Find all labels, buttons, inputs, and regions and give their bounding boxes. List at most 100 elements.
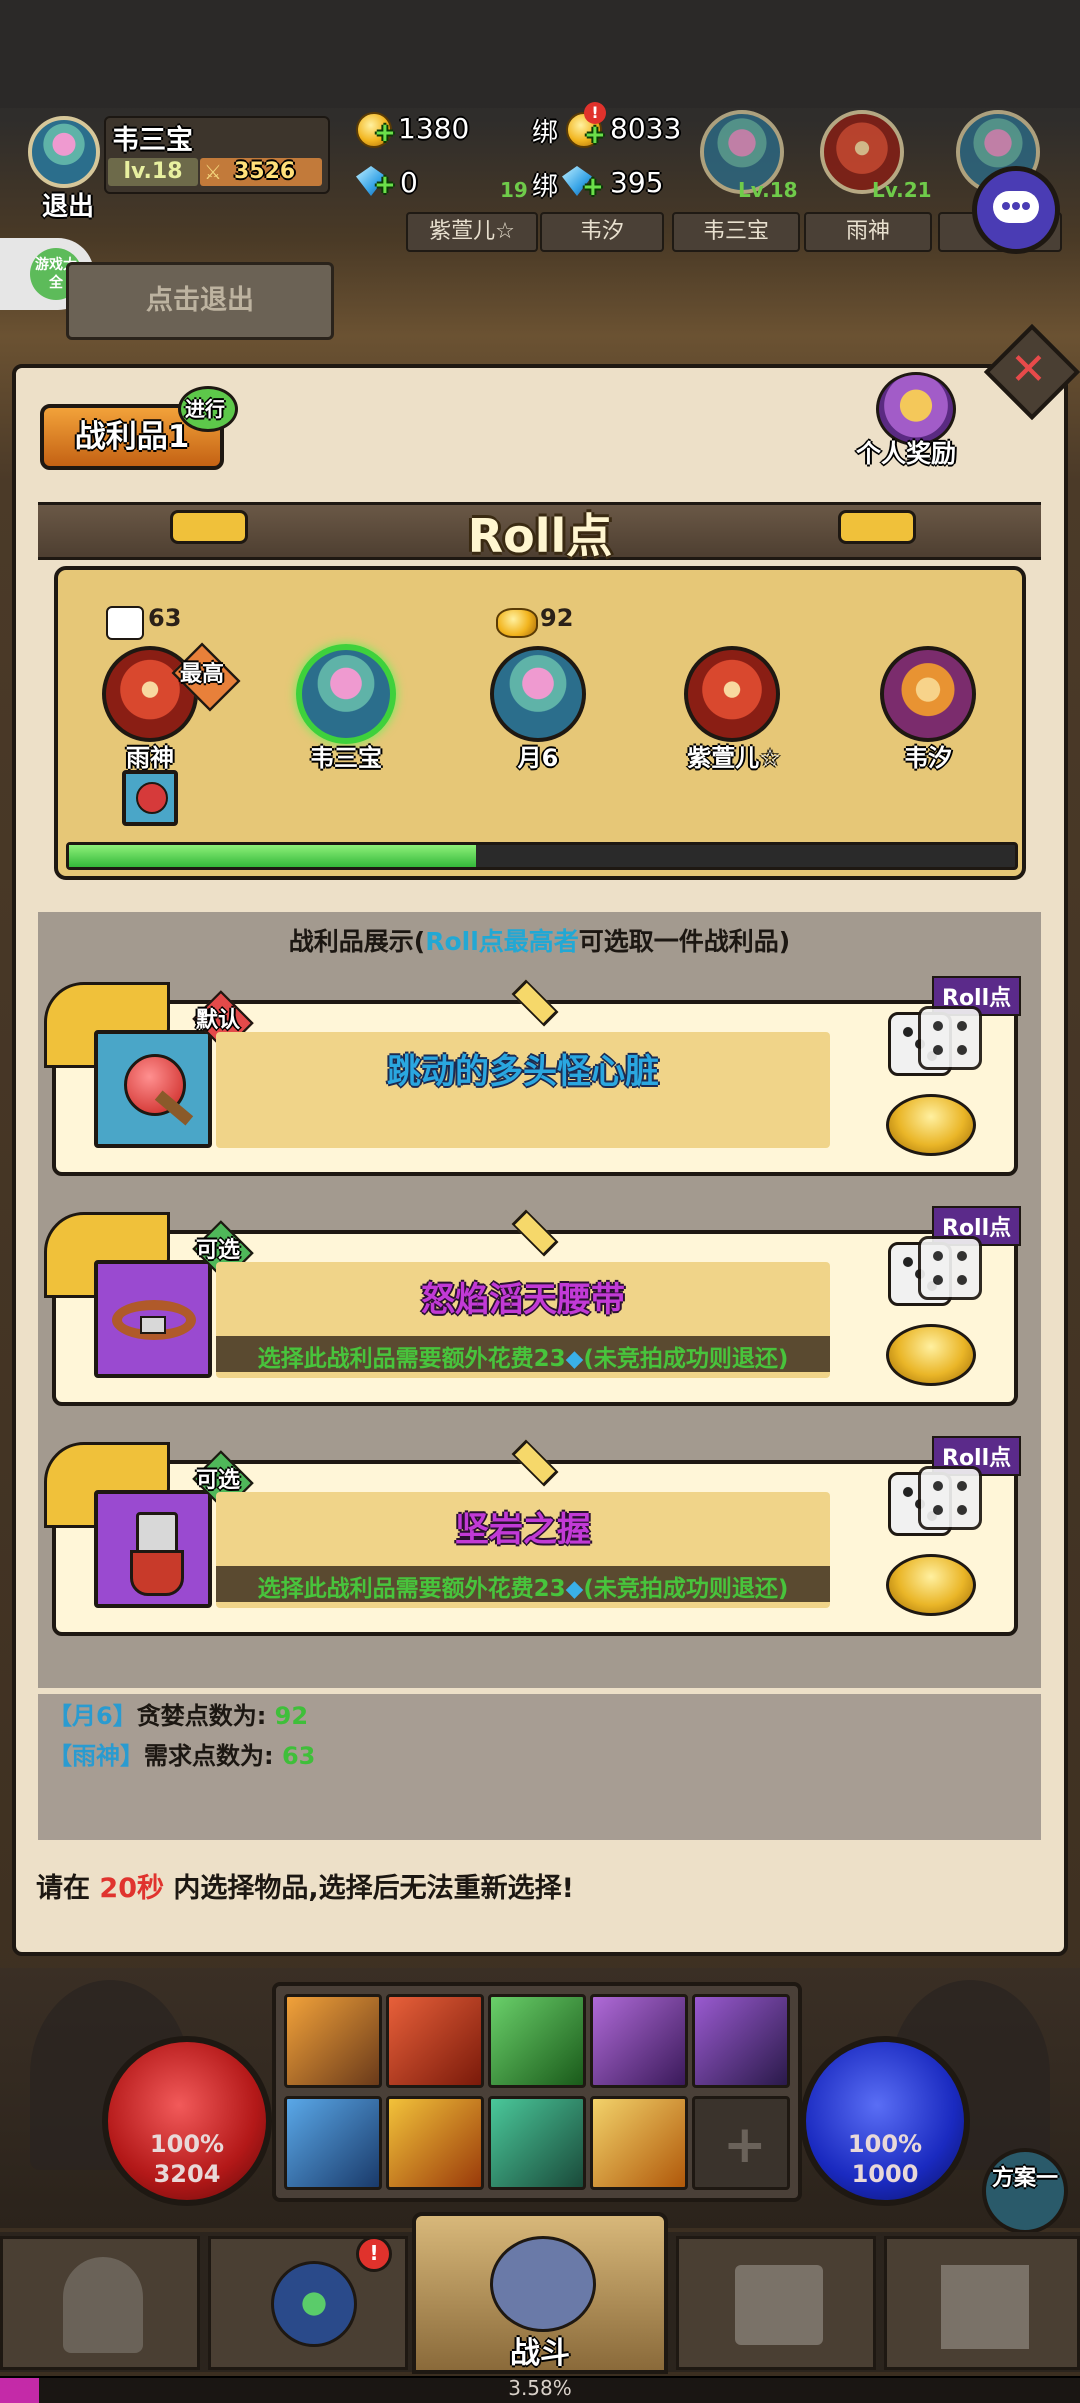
item-name: 跳动的多头怪心脏 bbox=[387, 1052, 659, 1092]
power-value: 3526 bbox=[234, 159, 296, 184]
skill-slot[interactable] bbox=[284, 2096, 382, 2190]
teammate-tab[interactable]: 韦汐 bbox=[540, 212, 664, 252]
dice-score: 63 bbox=[148, 604, 182, 632]
belt-icon bbox=[94, 1260, 212, 1378]
exp-percent: 3.58% bbox=[508, 2376, 572, 2400]
player-avatar-zixuaner bbox=[684, 646, 780, 742]
item-tag: 默认 bbox=[196, 1008, 241, 1033]
teammate-level: Lv.21 bbox=[872, 178, 932, 202]
teammate-level: 19 bbox=[500, 178, 528, 202]
player-name: 韦三宝 bbox=[112, 125, 193, 156]
won-item-icon bbox=[122, 770, 178, 826]
selection-timer: 请在 20秒 内选择物品,选择后无法重新选择! bbox=[36, 1873, 574, 1904]
personal-reward-label[interactable]: 个人奖励 bbox=[856, 434, 956, 470]
skill-slot[interactable] bbox=[692, 1994, 790, 2088]
player-name: 韦汐 bbox=[904, 744, 952, 772]
loot-display-title: 战利品展示(Roll点最高者可选取一件战利品) bbox=[288, 927, 791, 956]
skill-slot[interactable] bbox=[488, 1994, 586, 2088]
player-name: 雨神 bbox=[126, 744, 174, 772]
scheme-label: 方案一 bbox=[991, 2166, 1058, 2191]
close-icon: ✕ bbox=[1010, 344, 1047, 395]
teammate-level: Lv.18 bbox=[738, 178, 798, 202]
player-avatar-yue6 bbox=[490, 646, 586, 742]
player-avatar-weisanbao bbox=[296, 644, 396, 744]
roll-progress-fill bbox=[69, 845, 476, 867]
gold-score: 92 bbox=[540, 604, 574, 632]
skill-slot[interactable] bbox=[386, 2096, 484, 2190]
skill-slot[interactable] bbox=[386, 1994, 484, 2088]
hp-value: 3204 bbox=[153, 2160, 221, 2188]
nav-castle-button[interactable] bbox=[884, 2236, 1080, 2370]
player-avatar-weixi bbox=[880, 646, 976, 742]
item-cost: 选择此战利品需要额外花费23◆(未竞拍成功则退还) bbox=[257, 1346, 789, 1372]
bound-gold-label: 绑 bbox=[532, 118, 559, 148]
battle-icon bbox=[490, 2236, 596, 2332]
gem-value: 0 bbox=[400, 166, 418, 199]
bound-gold-value: 8033 bbox=[610, 112, 682, 145]
chat-bubble-icon bbox=[993, 191, 1039, 223]
exit-label[interactable]: 退出 bbox=[42, 186, 94, 223]
roll-progress-bar bbox=[66, 842, 1018, 870]
player-avatar[interactable] bbox=[28, 116, 100, 188]
castle-icon bbox=[941, 2265, 1029, 2349]
dice-icon bbox=[106, 606, 144, 640]
forge-icon bbox=[735, 2265, 823, 2345]
greed-gold-button[interactable] bbox=[886, 1324, 976, 1386]
scheme-button[interactable]: 方案一 bbox=[982, 2148, 1068, 2234]
item-cost: 选择此战利品需要额外花费23◆(未竞拍成功则退还) bbox=[257, 1576, 789, 1602]
greed-gold-button[interactable] bbox=[886, 1094, 976, 1156]
bound-gem-label: 绑 bbox=[532, 172, 559, 202]
add-bound-gem-icon[interactable]: + bbox=[582, 172, 604, 202]
battle-label: 战斗 bbox=[510, 2336, 570, 2371]
teammate-tab[interactable]: 紫萱儿☆ bbox=[406, 212, 538, 252]
helmet-icon bbox=[63, 2257, 143, 2353]
chat-button[interactable] bbox=[972, 166, 1060, 254]
roll-title: Roll点 bbox=[467, 509, 613, 563]
diamond-icon: ◆ bbox=[565, 1576, 584, 1602]
nav-battle-button[interactable]: 战斗 bbox=[412, 2212, 668, 2374]
greed-gold-button[interactable] bbox=[886, 1554, 976, 1616]
gold-ingot-icon bbox=[496, 608, 538, 638]
player-name: 月6 bbox=[517, 744, 559, 772]
gauntlet-icon bbox=[94, 1490, 212, 1608]
player-level: lv.18 bbox=[108, 158, 198, 186]
item-name: 坚岩之握 bbox=[455, 1510, 591, 1550]
teammate-tab[interactable]: 韦三宝 bbox=[672, 212, 800, 252]
skill-slot[interactable] bbox=[284, 1994, 382, 2088]
mp-value: 1000 bbox=[851, 2160, 919, 2188]
hp-percent: 100% bbox=[149, 2130, 225, 2158]
status-badge: 进行 bbox=[178, 386, 238, 432]
add-gem-icon[interactable]: + bbox=[374, 170, 396, 200]
dice-icon bbox=[918, 1466, 982, 1530]
item-tag: 可选 bbox=[196, 1238, 241, 1263]
empty-skill-slot[interactable]: + bbox=[692, 2096, 790, 2190]
skill-slot[interactable] bbox=[590, 1994, 688, 2088]
item-name: 怒焰滔天腰带 bbox=[421, 1280, 625, 1320]
dice-icon bbox=[918, 1236, 982, 1300]
highest-badge: 最高 bbox=[180, 662, 225, 687]
add-bound-gold-icon[interactable]: + bbox=[584, 120, 606, 150]
log-line: 【雨神】需求点数为: 63 bbox=[48, 1742, 316, 1770]
pet-icon bbox=[271, 2261, 357, 2347]
nav-forge-button[interactable] bbox=[676, 2236, 876, 2370]
plus-icon: + bbox=[723, 2115, 767, 2175]
player-name: 韦三宝 bbox=[310, 744, 382, 772]
power-box: ⚔ 3526 bbox=[200, 158, 322, 186]
skill-slot[interactable] bbox=[590, 2096, 688, 2190]
item-tag: 可选 bbox=[196, 1468, 241, 1493]
log-line: 【月6】贪婪点数为: 92 bbox=[48, 1702, 309, 1730]
diamond-icon: ◆ bbox=[565, 1346, 584, 1372]
dice-icon bbox=[918, 1006, 982, 1070]
player-name: 紫萱儿☆ bbox=[687, 744, 781, 772]
crossed-swords-icon: ⚔ bbox=[204, 160, 222, 184]
teammate-tab[interactable]: 雨神 bbox=[804, 212, 932, 252]
status-bar-area bbox=[0, 0, 1080, 108]
heart-potion-icon bbox=[94, 1030, 212, 1148]
skill-slot[interactable] bbox=[488, 2096, 586, 2190]
nav-character-button[interactable] bbox=[0, 2236, 200, 2370]
exit-hint-button[interactable]: 点击退出 bbox=[66, 262, 334, 340]
bound-gem-value: 395 bbox=[610, 166, 664, 199]
nav-alert-badge: ! bbox=[356, 2236, 392, 2272]
add-gold-icon[interactable]: + bbox=[374, 118, 396, 148]
gold-value: 1380 bbox=[398, 112, 470, 145]
